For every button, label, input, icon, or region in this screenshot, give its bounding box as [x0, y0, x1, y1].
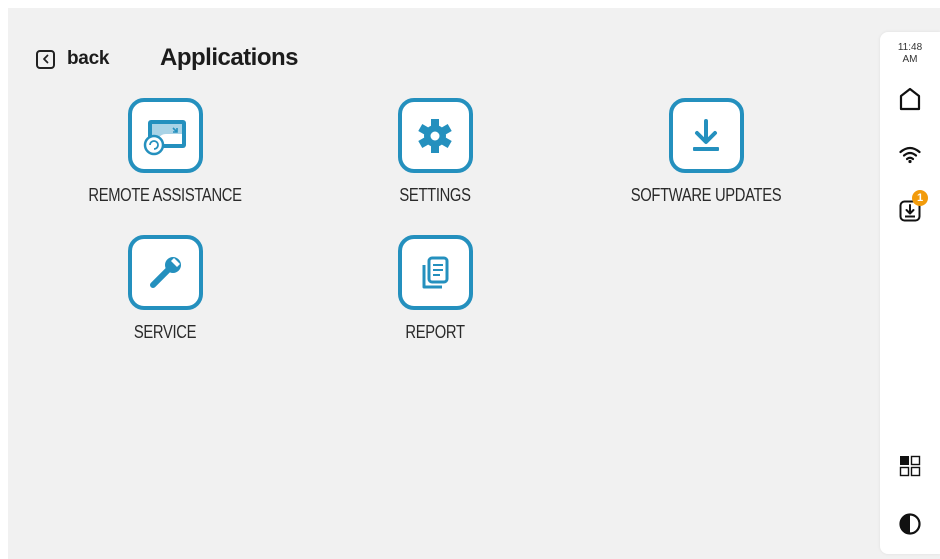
page-title: Applications — [160, 44, 299, 71]
applications-screen: back Applications REMOTE ASSISTANCE SETT… — [8, 8, 940, 559]
download-icon — [668, 98, 744, 173]
app-label: REPORT — [405, 322, 465, 342]
back-label: back — [67, 48, 110, 69]
status-sidebar: 11:48 AM 1 — [880, 32, 940, 554]
gear-icon — [397, 98, 473, 173]
app-label: SOFTWARE UPDATES — [630, 185, 782, 205]
clock-ampm: AM — [902, 54, 918, 65]
back-button[interactable]: back — [36, 48, 109, 70]
report-document-icon — [397, 235, 473, 310]
remote-assistance-icon — [127, 98, 203, 173]
wrench-icon — [127, 235, 203, 310]
app-tile-remote-assistance[interactable]: REMOTE ASSISTANCE — [55, 98, 275, 206]
app-tile-settings[interactable]: SETTINGS — [325, 98, 545, 206]
contrast-icon[interactable] — [895, 509, 925, 539]
clock: 11:48 AM — [880, 42, 940, 66]
app-tile-service[interactable]: SERVICE — [55, 235, 275, 343]
app-tile-software-updates[interactable]: SOFTWARE UPDATES — [596, 98, 816, 206]
app-label: SETTINGS — [399, 185, 471, 205]
app-label: REMOTE ASSISTANCE — [88, 185, 242, 205]
header: back Applications — [36, 42, 456, 82]
app-grid-icon[interactable] — [895, 451, 925, 481]
app-tile-report[interactable]: REPORT — [325, 235, 545, 343]
wifi-icon[interactable] — [895, 140, 925, 170]
clock-time: 11:48 — [897, 42, 923, 53]
software-update-status-button[interactable]: 1 — [895, 190, 928, 226]
app-label: SERVICE — [133, 322, 197, 342]
chevron-left-icon — [36, 49, 55, 69]
home-icon[interactable] — [895, 84, 925, 114]
update-count-badge: 1 — [912, 190, 928, 206]
